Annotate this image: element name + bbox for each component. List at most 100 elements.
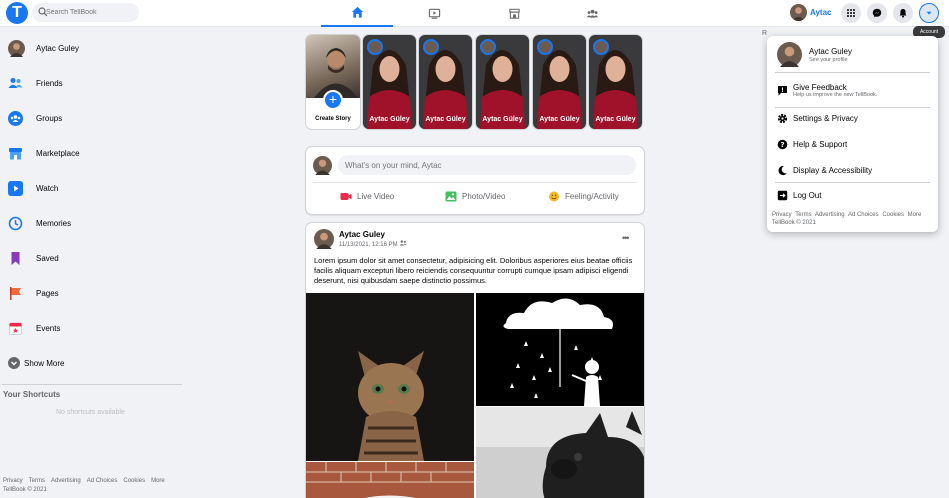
sidebar-item-label: Saved: [36, 253, 59, 263]
footer-link[interactable]: Privacy: [3, 478, 23, 484]
tab-watch[interactable]: [398, 0, 470, 27]
smiley-icon: [549, 191, 559, 201]
post-meta: 11/13/2021, 12:16 PM: [339, 240, 407, 248]
help-support-item[interactable]: ? Help & Support: [776, 135, 931, 153]
story-name: Aytac Güley: [539, 116, 580, 123]
avatar: [313, 156, 332, 175]
add-story-icon[interactable]: +: [323, 90, 343, 110]
story-card[interactable]: Aytac Güley: [419, 35, 472, 129]
footer-link[interactable]: Terms: [29, 478, 45, 484]
story-card[interactable]: Aytac Güley: [589, 35, 642, 129]
live-video-button[interactable]: Live Video: [340, 188, 394, 204]
post-author[interactable]: Aytac Guley: [339, 230, 385, 239]
feed-post: Aytac Guley 11/13/2021, 12:16 PM ••• Lor…: [306, 223, 644, 498]
item-title: Display & Accessibility: [793, 165, 873, 175]
footer-link[interactable]: Advertising: [815, 212, 845, 218]
story-card[interactable]: Aytac Güley: [533, 35, 586, 129]
grid-menu-icon: [847, 9, 855, 17]
footer-link[interactable]: Ad Choices: [87, 478, 118, 484]
post-image-rain-illustration[interactable]: [476, 293, 644, 406]
chevron-down-icon: [8, 357, 20, 369]
logout-item[interactable]: Log Out: [776, 186, 931, 204]
avatar[interactable]: [314, 229, 334, 249]
menu-button[interactable]: [841, 3, 861, 23]
sidebar-item-memories[interactable]: Memories: [8, 213, 188, 233]
settings-privacy-item[interactable]: Settings & Privacy: [776, 109, 931, 127]
give-feedback-item[interactable]: Give Feedback Help us improve the new Te…: [776, 80, 931, 100]
more-options-icon[interactable]: •••: [622, 233, 630, 243]
footer-link[interactable]: Ad Choices: [848, 212, 879, 218]
footer-link[interactable]: Cookies: [882, 212, 904, 218]
copyright: TellBook © 2021: [3, 487, 47, 493]
sidebar-item-label: Watch: [36, 183, 59, 193]
sidebar-item-pages[interactable]: Pages: [8, 283, 188, 303]
menu-divider: [775, 72, 930, 73]
sidebar-item-groups[interactable]: Groups: [8, 108, 188, 128]
tab-groups[interactable]: [556, 0, 628, 27]
shortcuts-title: Your Shortcuts: [3, 390, 61, 399]
marketplace-icon: [8, 146, 23, 161]
photo-video-button[interactable]: Photo/Video: [445, 188, 505, 204]
tab-marketplace[interactable]: [478, 0, 550, 27]
video-camera-icon: [340, 192, 352, 200]
messenger-button[interactable]: [867, 3, 887, 23]
search-input[interactable]: [46, 3, 136, 22]
saved-icon: [8, 251, 23, 266]
notifications-button[interactable]: [893, 3, 913, 23]
pages-icon: [8, 286, 23, 301]
post-text: Lorem ipsum dolor sit amet consectetur, …: [314, 256, 633, 285]
post-timestamp[interactable]: 11/13/2021, 12:16 PM: [339, 242, 398, 248]
display-accessibility-item[interactable]: Display & Accessibility: [776, 161, 931, 179]
status-input[interactable]: [338, 155, 636, 175]
watch-icon: [428, 8, 440, 19]
sidebar-item-saved[interactable]: Saved: [8, 248, 188, 268]
avatar: [8, 39, 25, 57]
tellbook-logo[interactable]: T: [6, 2, 28, 24]
search-box[interactable]: [32, 3, 139, 22]
story-card[interactable]: Aytac Güley: [476, 35, 529, 129]
action-label: Live Video: [357, 191, 395, 201]
feeling-activity-button[interactable]: Feeling/Activity: [548, 188, 619, 204]
shortcuts-empty-text: No shortcuts available: [56, 409, 125, 416]
friends-icon: [8, 76, 23, 91]
footer-link[interactable]: Privacy: [772, 212, 792, 218]
sidebar-item-label: Marketplace: [36, 148, 80, 158]
sidebar-item-profile[interactable]: Aytac Guley: [8, 38, 188, 58]
memories-icon: [8, 216, 23, 231]
sidebar-item-friends[interactable]: Friends: [8, 73, 188, 93]
menu-divider: [775, 107, 930, 108]
post-image-bulldog[interactable]: [476, 407, 644, 498]
sidebar-item-marketplace[interactable]: Marketplace: [8, 143, 188, 163]
account-button[interactable]: [919, 3, 939, 23]
footer-link[interactable]: Cookies: [123, 478, 145, 484]
footer-link[interactable]: Terms: [795, 212, 811, 218]
post-image-brick-arch[interactable]: [306, 462, 474, 498]
home-icon: [351, 6, 363, 18]
svg-text:?: ?: [780, 141, 784, 149]
top-navbar: T Aytac: [0, 0, 949, 27]
account-profile-link[interactable]: Aytac Guley See your profile: [777, 40, 930, 69]
post-image-kitten[interactable]: [306, 293, 474, 461]
sidebar-item-label: Events: [36, 323, 61, 333]
sidebar-item-watch[interactable]: Watch: [8, 178, 188, 198]
marketplace-icon: [508, 8, 520, 19]
story-avatar: [423, 39, 439, 55]
composer-divider: [313, 182, 637, 183]
action-label: Photo/Video: [462, 191, 506, 201]
footer-link[interactable]: Advertising: [51, 478, 81, 484]
sidebar-item-events[interactable]: Events: [8, 318, 188, 338]
profile-name-link[interactable]: Aytac: [810, 8, 832, 17]
item-title: Settings & Privacy: [793, 113, 858, 123]
story-card[interactable]: Aytac Güley: [363, 35, 416, 129]
user-avatar[interactable]: [790, 4, 807, 21]
tab-home[interactable]: [321, 0, 393, 27]
friends-audience-icon: [399, 240, 407, 246]
create-story-card[interactable]: + Create Story: [306, 35, 360, 129]
create-story-label: Create Story: [315, 116, 351, 122]
story-avatar: [367, 39, 383, 55]
footer-link[interactable]: More: [151, 478, 165, 484]
footer-link[interactable]: More: [908, 212, 922, 218]
partial-text: R: [762, 30, 768, 37]
account-profile-sub: See your profile: [809, 56, 848, 63]
sidebar-show-more[interactable]: Show More: [8, 353, 188, 373]
